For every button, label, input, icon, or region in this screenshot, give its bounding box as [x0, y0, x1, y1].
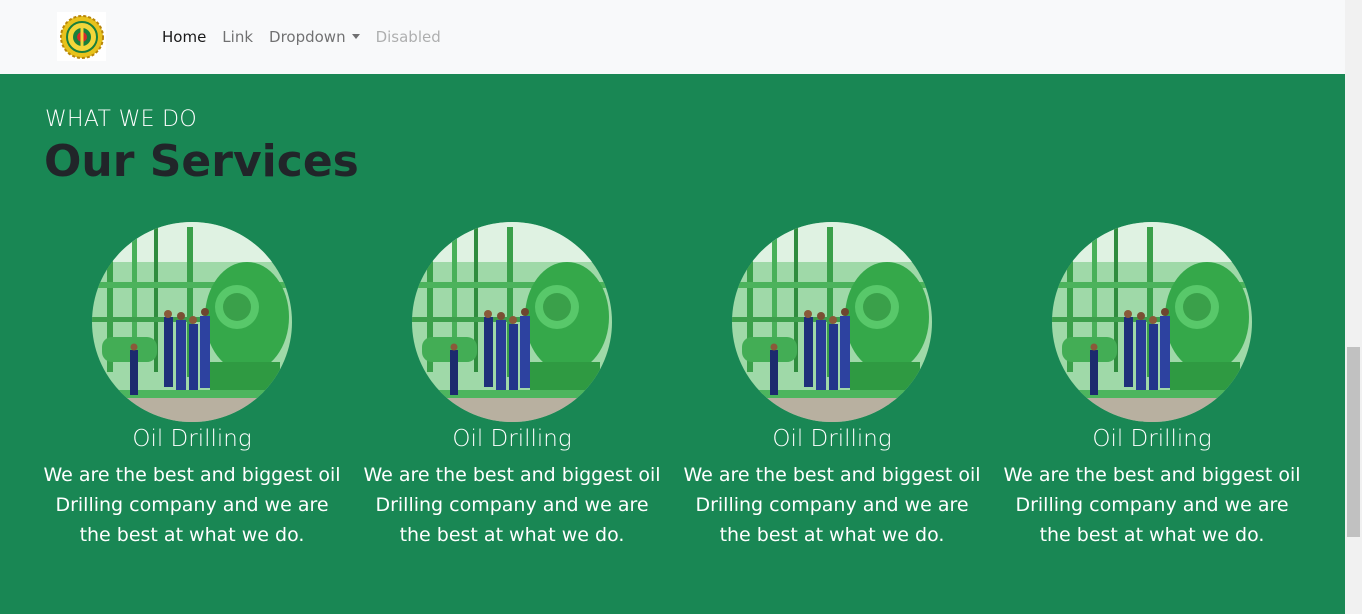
- nav-link-home[interactable]: Home: [162, 27, 206, 47]
- refinery-workers-photo: [92, 222, 292, 422]
- services-cards: Oil Drilling We are the best and biggest…: [32, 222, 1312, 550]
- service-description: We are the best and biggest oil Drilling…: [1003, 464, 1301, 546]
- refinery-workers-photo: [1052, 222, 1252, 422]
- service-card: Oil Drilling We are the best and biggest…: [992, 222, 1312, 550]
- nav-dropdown-label: Dropdown: [269, 28, 346, 46]
- service-title: Oil Drilling: [1092, 426, 1212, 452]
- navbar: Home Link Dropdown Disabled: [0, 0, 1345, 74]
- section-title: Our Services: [44, 136, 359, 187]
- service-image: [732, 222, 932, 422]
- service-image: [412, 222, 612, 422]
- service-card: Oil Drilling We are the best and biggest…: [32, 222, 352, 550]
- service-description: We are the best and biggest oil Drilling…: [43, 464, 341, 546]
- nav-link-link[interactable]: Link: [222, 27, 253, 47]
- vertical-scrollbar[interactable]: [1345, 0, 1362, 614]
- scrollbar-thumb[interactable]: [1347, 347, 1360, 537]
- section-eyebrow: WHAT WE DO: [45, 107, 197, 132]
- refinery-workers-photo: [732, 222, 932, 422]
- service-title: Oil Drilling: [132, 426, 252, 452]
- service-image: [92, 222, 292, 422]
- caret-down-icon: [351, 34, 360, 39]
- brand-logo[interactable]: [57, 12, 106, 61]
- service-card: Oil Drilling We are the best and biggest…: [352, 222, 672, 550]
- service-title: Oil Drilling: [452, 426, 572, 452]
- service-card: Oil Drilling We are the best and biggest…: [672, 222, 992, 550]
- logo-emblem-icon: [59, 14, 104, 59]
- service-title: Oil Drilling: [772, 426, 892, 452]
- service-image: [1052, 222, 1252, 422]
- nav-link-disabled: Disabled: [375, 28, 441, 46]
- service-description: We are the best and biggest oil Drilling…: [363, 464, 661, 546]
- refinery-workers-photo: [412, 222, 612, 422]
- nav-dropdown-toggle[interactable]: Dropdown: [269, 27, 360, 47]
- nav-links: Home Link Dropdown Disabled: [162, 27, 457, 47]
- service-description: We are the best and biggest oil Drilling…: [683, 464, 981, 546]
